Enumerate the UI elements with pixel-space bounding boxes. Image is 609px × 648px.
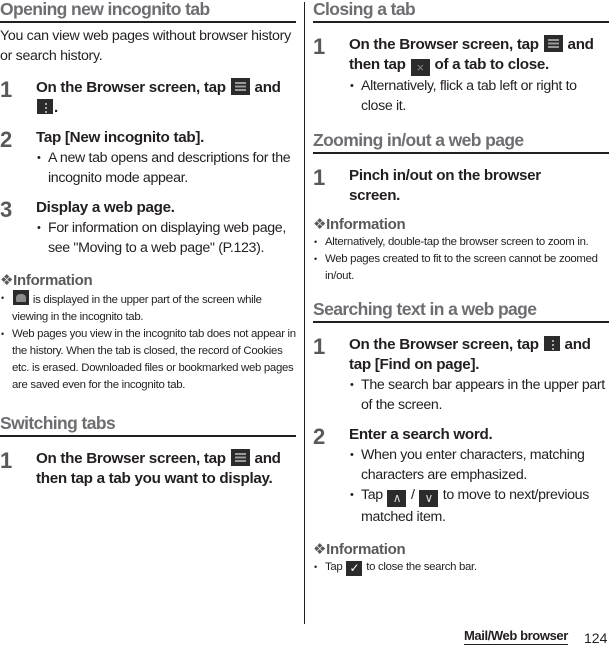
info-title: ❖Information — [313, 216, 406, 233]
info-item: Web pages created to fit to the screen c… — [313, 251, 609, 285]
info-text-part: Tap — [325, 561, 343, 573]
step-text-part: and — [254, 79, 281, 96]
step-text-part: of a tab to close. — [434, 56, 550, 73]
section-incognito: Opening new incognito tab You can view w… — [0, 0, 296, 394]
step-number: 1 — [313, 165, 326, 190]
step-number: 1 — [0, 448, 13, 473]
left-column: Opening new incognito tab You can view w… — [0, 0, 296, 489]
step-text: Pinch in/out on the browser screen. — [349, 167, 541, 204]
step-text: Enter a search word. — [349, 426, 493, 443]
footer-section-label: Mail/Web browser — [464, 628, 568, 645]
info-item: Tap ✓ to close the search bar. — [313, 559, 609, 576]
info-title: ❖Information — [313, 541, 406, 558]
right-column: Closing a tab 1 On the Browser screen, t… — [313, 0, 609, 576]
menu-icon — [543, 336, 560, 351]
column-divider — [304, 2, 305, 624]
step-number: 1 — [0, 77, 13, 102]
step-number: 2 — [0, 127, 13, 152]
step-1: 1 On the Browser screen, tap and . — [0, 77, 296, 118]
section-closing: Closing a tab 1 On the Browser screen, t… — [313, 0, 609, 116]
section-zooming: Zooming in/out a web page 1 Pinch in/out… — [313, 131, 609, 285]
tabs-icon — [543, 35, 563, 52]
info-item: Alternatively, double-tap the browser sc… — [313, 234, 609, 251]
tabs-icon — [230, 449, 250, 466]
step-text: Tap [New incognito tab]. — [36, 129, 205, 146]
bullet-text-part: Tap — [361, 487, 383, 503]
menu-icon — [37, 99, 53, 114]
step-text-part: On the Browser screen, tap — [36, 79, 226, 96]
step-number: 2 — [313, 424, 326, 449]
step-bullet: For information on displaying web page, … — [36, 218, 296, 258]
step-number: 1 — [313, 34, 326, 59]
info-title: ❖Information — [0, 272, 93, 289]
step-number: 3 — [0, 197, 13, 222]
section-switching: Switching tabs 1 On the Browser screen, … — [0, 414, 296, 489]
step-bullet: When you enter characters, matching char… — [349, 445, 609, 485]
step-1: 1 On the Browser screen, tap and then ta… — [0, 448, 296, 489]
info-item: is displayed in the upper part of the sc… — [0, 290, 296, 326]
chevron-up-icon: ∧ — [387, 490, 407, 507]
intro-text: You can view web pages without browser h… — [0, 28, 291, 64]
step-text: Display a web page. — [36, 199, 175, 216]
step-2: 2 Tap [New incognito tab]. A new tab ope… — [0, 127, 296, 188]
section-searching: Searching text in a web page 1 On the Br… — [313, 300, 609, 576]
section-title: Switching tabs — [0, 414, 296, 437]
check-icon: ✓ — [346, 561, 363, 576]
step-text: On the Browser screen, tap and then tap … — [349, 35, 609, 76]
step-number: 1 — [313, 334, 326, 359]
tabs-icon — [230, 78, 250, 95]
section-title: Closing a tab — [313, 0, 609, 23]
step-text-part: On the Browser screen, tap — [349, 336, 539, 353]
info-item: Web pages you view in the incognito tab … — [0, 326, 296, 394]
step-text: On the Browser screen, tap and tap [Find… — [349, 335, 609, 375]
step-bullet: The search bar appears in the upper part… — [349, 375, 609, 415]
info-block: ❖Information Alternatively, double-tap t… — [313, 216, 609, 285]
incognito-icon — [13, 290, 29, 305]
info-text-part: to close the search bar. — [366, 561, 477, 573]
step-1: 1 On the Browser screen, tap and tap [Fi… — [313, 334, 609, 415]
step-bullet: Tap ∧ / ∨ to move to next/previous match… — [349, 485, 609, 527]
step-3: 3 Display a web page. For information on… — [0, 197, 296, 258]
step-1: 1 Pinch in/out on the browser screen. — [313, 165, 609, 206]
section-title: Searching text in a web page — [313, 300, 609, 323]
info-item-text: is displayed in the upper part of the sc… — [12, 294, 262, 323]
step-text-part: . — [54, 99, 58, 116]
step-bullet: Alternatively, flick a tab left or right… — [349, 76, 609, 116]
chevron-down-icon: ∨ — [419, 490, 439, 507]
page-number: 124 — [584, 630, 608, 646]
step-2: 2 Enter a search word. When you enter ch… — [313, 424, 609, 527]
section-title: Zooming in/out a web page — [313, 131, 609, 154]
close-icon: × — [410, 59, 430, 76]
info-block: ❖Information is displayed in the upper p… — [0, 272, 296, 394]
step-text-part: On the Browser screen, tap — [349, 36, 539, 53]
info-block: ❖Information Tap ✓ to close the search b… — [313, 541, 609, 576]
step-1: 1 On the Browser screen, tap and then ta… — [313, 34, 609, 116]
step-text: On the Browser screen, tap and . — [36, 78, 296, 118]
bullet-text-part: / — [411, 487, 415, 503]
step-text-part: On the Browser screen, tap — [36, 450, 226, 467]
section-title: Opening new incognito tab — [0, 0, 296, 23]
step-bullet: A new tab opens and descriptions for the… — [36, 148, 296, 188]
step-text: On the Browser screen, tap and then tap … — [36, 449, 296, 489]
